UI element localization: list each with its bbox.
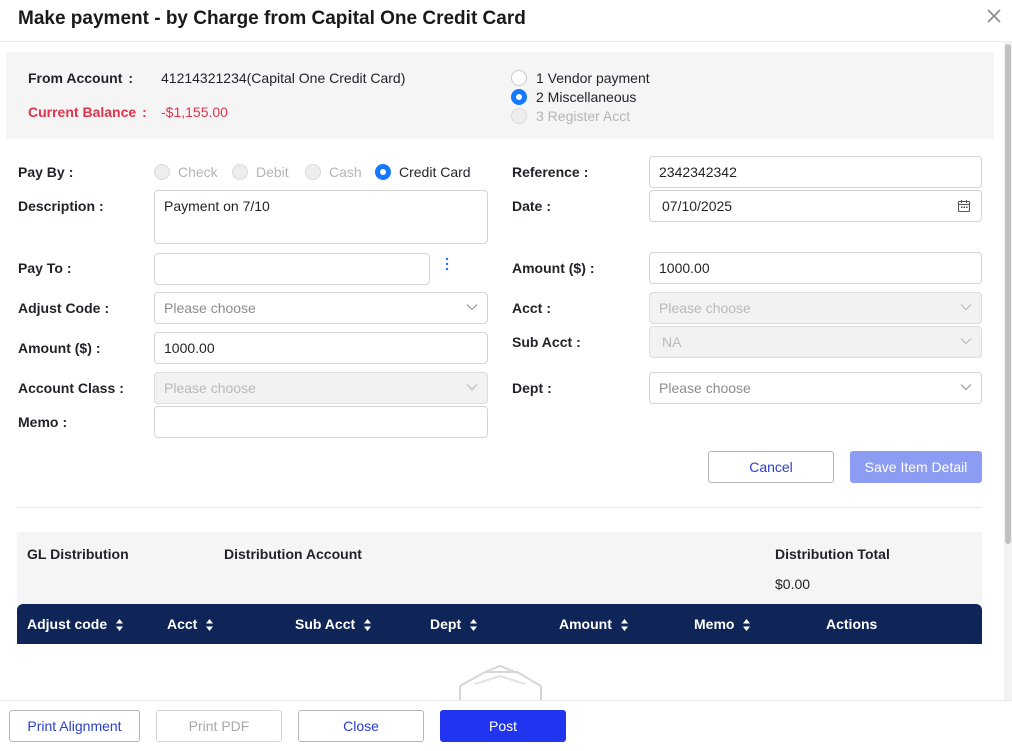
table-header: Adjust code Acct Sub Acct Dept Amount Me…: [17, 604, 982, 644]
empty-box-icon: [459, 664, 542, 700]
pay-by-credit-card-radio[interactable]: [375, 164, 391, 180]
dept-select[interactable]: Please choose: [649, 372, 982, 404]
pay-by-check-radio: [154, 164, 170, 180]
column-actions: Actions: [826, 616, 878, 632]
account-info-panel: From Account: 41214321234(Capital One Cr…: [6, 52, 994, 139]
sub-acct-select: NA: [649, 326, 982, 358]
close-icon[interactable]: [984, 6, 1004, 26]
chevron-down-icon: [466, 304, 478, 311]
pay-by-cash-label: Cash: [329, 164, 362, 180]
sort-icon[interactable]: [205, 618, 214, 632]
print-pdf-button: Print PDF: [156, 710, 282, 742]
column-amount[interactable]: Amount: [559, 616, 629, 632]
acct-placeholder: Please choose: [659, 300, 751, 316]
dept-label: Dept:: [512, 380, 552, 396]
register-acct-radio: [511, 108, 527, 124]
column-adjust-code[interactable]: Adjust code: [27, 616, 124, 632]
sub-acct-label: Sub Acct:: [512, 334, 581, 350]
pay-by-credit-card-label[interactable]: Credit Card: [399, 164, 471, 180]
account-class-placeholder: Please choose: [164, 380, 256, 396]
dialog-header: Make payment - by Charge from Capital On…: [0, 0, 1012, 42]
date-label: Date:: [512, 198, 552, 214]
description-label: Description:: [18, 198, 104, 214]
sort-icon[interactable]: [363, 618, 372, 632]
column-acct[interactable]: Acct: [167, 616, 214, 632]
amount-left-label: Amount ($):: [18, 340, 101, 356]
gl-distribution-label: GL Distribution: [27, 546, 129, 562]
date-value: 07/10/2025: [662, 198, 733, 214]
calendar-icon[interactable]: [957, 199, 971, 213]
distribution-total-value: $0.00: [775, 576, 811, 592]
scrollbar-thumb[interactable]: [1005, 44, 1011, 544]
vendor-payment-radio[interactable]: [511, 70, 527, 86]
sub-acct-value: NA: [662, 334, 682, 350]
save-item-detail-button: Save Item Detail: [850, 451, 982, 483]
print-alignment-button[interactable]: Print Alignment: [9, 710, 140, 742]
acct-select: Please choose: [649, 292, 982, 324]
distribution-account-label: Distribution Account: [224, 546, 362, 562]
amount-left-field[interactable]: 1000.00: [154, 332, 488, 364]
section-divider: [17, 507, 982, 508]
memo-field[interactable]: [154, 406, 488, 438]
pay-by-check-label: Check: [178, 164, 218, 180]
dept-placeholder: Please choose: [659, 380, 751, 396]
dialog-footer: Print Alignment Print PDF Close Post: [0, 700, 1012, 751]
adjust-code-select[interactable]: Please choose: [154, 292, 488, 324]
pay-by-debit-radio: [232, 164, 248, 180]
pay-by-cash-radio: [305, 164, 321, 180]
description-field[interactable]: Payment on 7/10: [154, 190, 488, 244]
date-field[interactable]: 07/10/2025: [649, 190, 982, 222]
reference-field[interactable]: 2342342342: [649, 156, 982, 188]
chevron-down-icon: [960, 304, 972, 311]
miscellaneous-radio[interactable]: [511, 89, 527, 105]
pay-by-debit-label: Debit: [256, 164, 289, 180]
dialog-title: Make payment - by Charge from Capital On…: [18, 8, 526, 29]
distribution-total-label: Distribution Total: [775, 546, 890, 562]
post-button[interactable]: Post: [440, 710, 566, 742]
adjust-code-label: Adjust Code:: [18, 300, 110, 316]
close-button[interactable]: Close: [298, 710, 424, 742]
column-dept[interactable]: Dept: [430, 616, 478, 632]
column-memo[interactable]: Memo: [694, 616, 751, 632]
pay-by-label: Pay By:: [18, 164, 74, 180]
sort-icon[interactable]: [742, 618, 751, 632]
pay-to-field[interactable]: [154, 253, 430, 285]
gl-distribution-panel: GL Distribution Distribution Account Dis…: [17, 532, 982, 604]
from-account-label: From Account:: [28, 70, 134, 86]
memo-label: Memo:: [18, 414, 68, 430]
sort-icon[interactable]: [469, 618, 478, 632]
amount-right-field[interactable]: 1000.00: [649, 252, 982, 284]
cancel-item-button[interactable]: Cancel: [708, 451, 834, 483]
from-account-value: 41214321234(Capital One Credit Card): [161, 70, 406, 86]
more-options-icon[interactable]: [442, 256, 452, 272]
reference-label: Reference:: [512, 164, 589, 180]
pay-to-label: Pay To:: [18, 260, 72, 276]
vendor-payment-label[interactable]: 1 Vendor payment: [536, 70, 650, 86]
chevron-down-icon: [960, 338, 972, 345]
sort-icon[interactable]: [115, 618, 124, 632]
account-class-label: Account Class:: [18, 380, 124, 396]
column-sub-acct[interactable]: Sub Acct: [295, 616, 372, 632]
adjust-code-placeholder: Please choose: [164, 300, 256, 316]
current-balance-label: Current Balance:: [28, 104, 147, 120]
sort-icon[interactable]: [620, 618, 629, 632]
acct-label: Acct:: [512, 300, 552, 316]
chevron-down-icon: [466, 384, 478, 391]
current-balance-value: -$1,155.00: [161, 104, 228, 120]
register-acct-label: 3 Register Acct: [536, 108, 631, 124]
miscellaneous-label[interactable]: 2 Miscellaneous: [536, 89, 636, 105]
account-class-select: Please choose: [154, 372, 488, 404]
chevron-down-icon: [960, 384, 972, 391]
amount-right-label: Amount ($):: [512, 260, 595, 276]
